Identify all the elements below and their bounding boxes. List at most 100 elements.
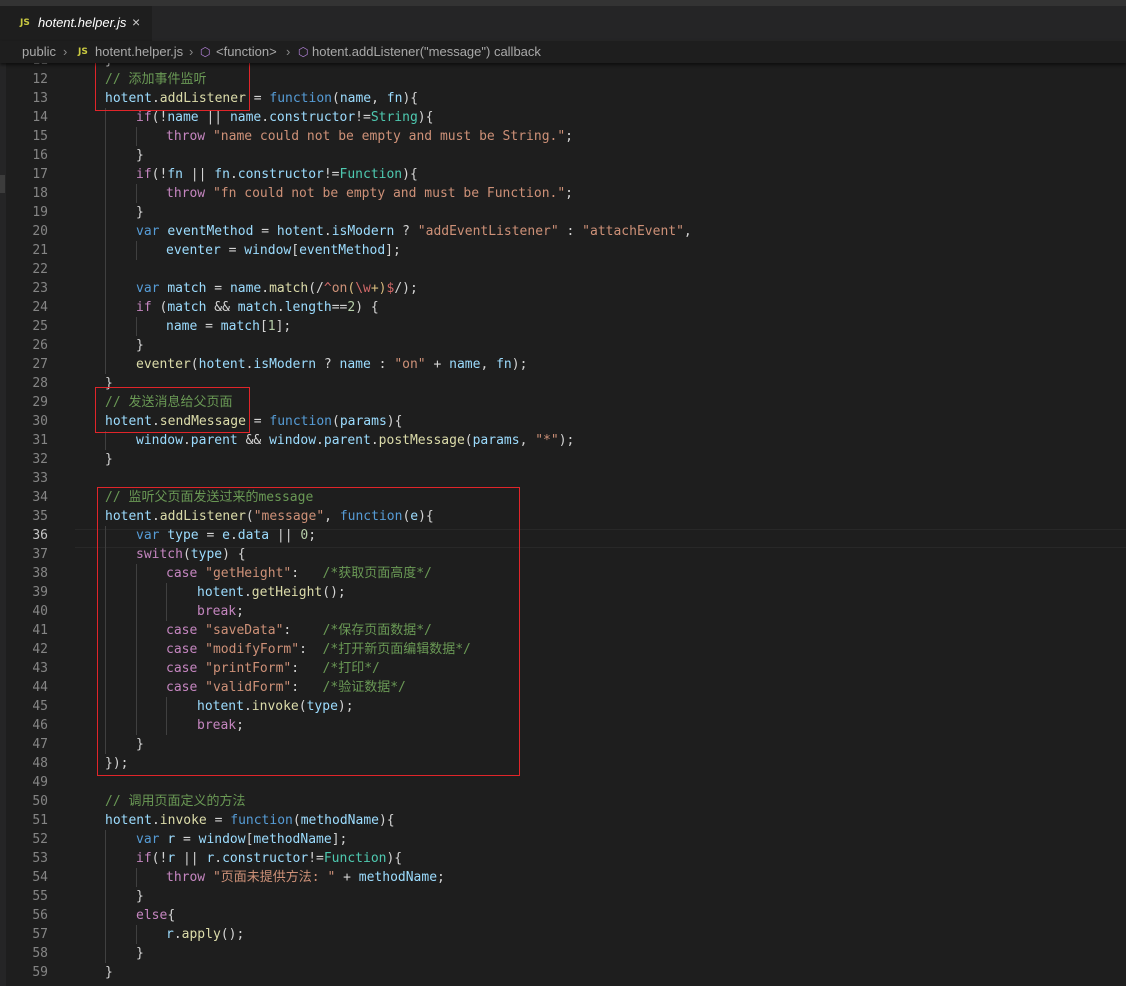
line-number: 45 [32, 699, 48, 714]
indent-guide [105, 906, 106, 925]
code-line[interactable]: 15 throw "name could not be empty and mus… [0, 127, 1126, 146]
code-text[interactable]: } [105, 963, 113, 982]
code-text[interactable]: if (match && match.length==2) { [136, 298, 379, 317]
tab-title[interactable]: hotent.helper.js [38, 15, 126, 30]
code-token: params [472, 433, 520, 448]
code-token: window [244, 243, 292, 258]
code-line[interactable]: 27 eventer(hotent.isModern ? name : "on" … [0, 355, 1126, 374]
code-line[interactable]: 25 name = match[1]; [0, 317, 1126, 336]
line-number: 29 [32, 395, 48, 410]
tab-bar: JS hotent.helper.js × [0, 6, 1126, 41]
js-file-icon: JS [78, 47, 88, 57]
code-line[interactable]: 31 window.parent && window.parent.postMes… [0, 431, 1126, 450]
code-text[interactable]: } [136, 944, 144, 963]
code-line[interactable]: 17 if(!fn || fn.constructor!=Function){ [0, 165, 1126, 184]
code-token: fn [214, 167, 230, 182]
code-text[interactable]: } [136, 146, 144, 165]
indent-guide [105, 317, 106, 336]
js-file-icon: JS [20, 18, 30, 28]
code-token: name [449, 357, 481, 372]
code-line[interactable]: 50 // 调用页面定义的方法 [0, 792, 1126, 811]
code-token: Function [339, 167, 403, 182]
code-line[interactable]: 55} [0, 887, 1126, 906]
code-text[interactable]: var match = name.match(/^on(\w+)$/); [136, 279, 418, 298]
code-token: "attachEvent" [582, 224, 684, 239]
code-text[interactable]: var eventMethod = hotent.isModern ? "add… [136, 222, 692, 241]
code-text[interactable]: var r = window[methodName]; [136, 830, 347, 849]
code-text[interactable]: name = match[1]; [166, 317, 291, 336]
code-line[interactable]: 24 if (match && match.length==2) { [0, 298, 1126, 317]
code-token: 2 [347, 300, 356, 315]
code-line[interactable]: 58} [0, 944, 1126, 963]
code-line[interactable]: 52 var r = window[methodName]; [0, 830, 1126, 849]
code-token: || [182, 167, 215, 182]
code-line[interactable]: 54 throw "页面未提供方法: " + methodName; [0, 868, 1126, 887]
code-text[interactable]: if(!r || r.constructor!=Function){ [136, 849, 402, 868]
tab-hotent-helper-js[interactable]: JS hotent.helper.js × [0, 6, 152, 41]
code-text[interactable]: else{ [136, 906, 175, 925]
code-token: ? [394, 224, 418, 239]
code-line[interactable]: 32} [0, 450, 1126, 469]
breadcrumb-folder[interactable]: public [22, 44, 56, 59]
code-line[interactable]: 33 [0, 469, 1126, 488]
indent-guide [105, 146, 106, 165]
breadcrumb-scope-function[interactable]: <function> [216, 44, 277, 59]
code-text[interactable]: eventer = window[eventMethod]; [166, 241, 401, 260]
code-line[interactable]: 56 else{ [0, 906, 1126, 925]
indent-guide [105, 944, 106, 963]
code-line[interactable]: 18 throw "fn could not be empty and must … [0, 184, 1126, 203]
code-text[interactable]: // 调用页面定义的方法 [105, 792, 245, 811]
line-number: 38 [32, 566, 48, 581]
code-token: ); [402, 281, 418, 296]
code-token: ( [332, 414, 340, 429]
code-editor[interactable]: 11}12// 添加事件监听13hotent.addListener = fun… [0, 63, 1126, 986]
code-token: / [316, 281, 324, 296]
indent-guide [105, 241, 106, 260]
breadcrumb-scope-callback[interactable]: hotent.addListener("message") callback [312, 44, 541, 59]
code-token: } [136, 205, 144, 220]
code-line[interactable]: 26} [0, 336, 1126, 355]
code-token: postMessage [378, 433, 465, 448]
code-line[interactable]: 59} [0, 963, 1126, 982]
code-line[interactable]: 19} [0, 203, 1126, 222]
code-line[interactable]: 16} [0, 146, 1126, 165]
breadcrumb-file[interactable]: hotent.helper.js [95, 44, 183, 59]
indent-guide [136, 925, 137, 944]
code-token: var [136, 281, 160, 296]
code-text[interactable]: } [136, 336, 144, 355]
close-icon[interactable]: × [132, 14, 140, 30]
indent-guide [105, 260, 106, 279]
code-token: 1 [267, 319, 276, 334]
code-token: window [136, 433, 183, 448]
code-token: isModern [331, 224, 395, 239]
code-token: } [136, 338, 144, 353]
line-number: 40 [32, 604, 48, 619]
code-line[interactable]: 57 r.apply(); [0, 925, 1126, 944]
code-text[interactable]: throw "name could not be empty and must … [166, 127, 573, 146]
code-text[interactable]: hotent.invoke = function(methodName){ [105, 811, 395, 830]
code-text[interactable]: } [105, 450, 113, 469]
code-token: ; [565, 186, 573, 201]
code-line[interactable]: 23 var match = name.match(/^on(\w+)$/); [0, 279, 1126, 298]
indent-guide [105, 222, 106, 241]
code-token: : [370, 357, 395, 372]
code-text[interactable]: window.parent && window.parent.postMessa… [136, 431, 574, 450]
code-token: ? [316, 357, 340, 372]
code-text[interactable]: } [136, 203, 144, 222]
code-line[interactable]: 53 if(!r || r.constructor!=Function){ [0, 849, 1126, 868]
code-text[interactable]: } [136, 887, 144, 906]
code-text[interactable]: throw "页面未提供方法: " + methodName; [166, 868, 445, 887]
code-text[interactable]: eventer(hotent.isModern ? name : "on" + … [136, 355, 527, 374]
line-number: 53 [32, 851, 48, 866]
code-line[interactable]: 22 [0, 260, 1126, 279]
code-token: constructor [269, 110, 356, 125]
code-line[interactable]: 51 hotent.invoke = function(methodName){ [0, 811, 1126, 830]
code-token: || [175, 851, 207, 866]
code-text[interactable]: r.apply(); [166, 925, 244, 944]
code-token: } [105, 452, 113, 467]
code-text[interactable]: throw "fn could not be empty and must be… [166, 184, 573, 203]
code-line[interactable]: 20 var eventMethod = hotent.isModern ? "a… [0, 222, 1126, 241]
code-text[interactable]: if(!fn || fn.constructor!=Function){ [136, 165, 418, 184]
code-line[interactable]: 21 eventer = window[eventMethod]; [0, 241, 1126, 260]
